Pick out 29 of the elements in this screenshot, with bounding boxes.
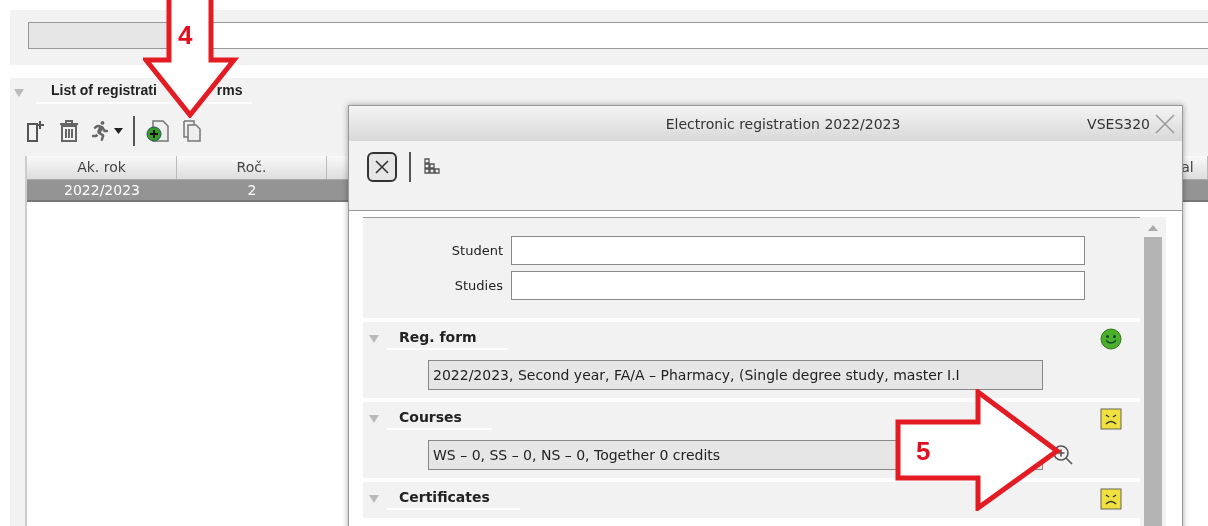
hierarchy-icon[interactable] — [423, 156, 443, 177]
run-dropdown-icon[interactable] — [90, 121, 123, 141]
column-header[interactable]: Ak. rok — [27, 156, 177, 179]
input-field[interactable] — [511, 271, 1085, 300]
column-header[interactable]: Roč. — [177, 156, 327, 179]
form-code: VSES320 — [1087, 115, 1150, 132]
value-field: 2022/2023, Second year, FA/A – Pharmacy, (Single degree study, master I.I — [428, 360, 1043, 390]
window-title: Electronic registration 2022/2023 — [664, 115, 902, 132]
trash-icon[interactable] — [58, 119, 80, 143]
section-title: Reg. form — [387, 328, 507, 350]
add-document-icon[interactable] — [145, 119, 171, 143]
field-label: Student — [450, 243, 503, 258]
section-title: List of registrati — [51, 82, 157, 98]
step-number: 5 — [916, 438, 931, 464]
copy-document-icon[interactable] — [181, 119, 203, 143]
close-button[interactable] — [367, 151, 397, 182]
section-title: Courses — [387, 408, 492, 430]
zoom-in-icon[interactable] — [1051, 443, 1075, 467]
step-number: 4 — [178, 22, 193, 48]
input-field[interactable] — [511, 236, 1085, 265]
scrollbar[interactable] — [1140, 217, 1166, 526]
close-icon[interactable] — [1154, 112, 1176, 135]
close-icon — [375, 159, 389, 174]
input-field[interactable] — [28, 22, 1208, 49]
table-cell-text: 2022/2023 — [63, 181, 141, 200]
table-cell-text: 2 — [246, 181, 258, 200]
section-title: Certificates — [387, 488, 520, 510]
field-label: Studies — [453, 278, 503, 293]
section-title: rms — [216, 82, 243, 98]
